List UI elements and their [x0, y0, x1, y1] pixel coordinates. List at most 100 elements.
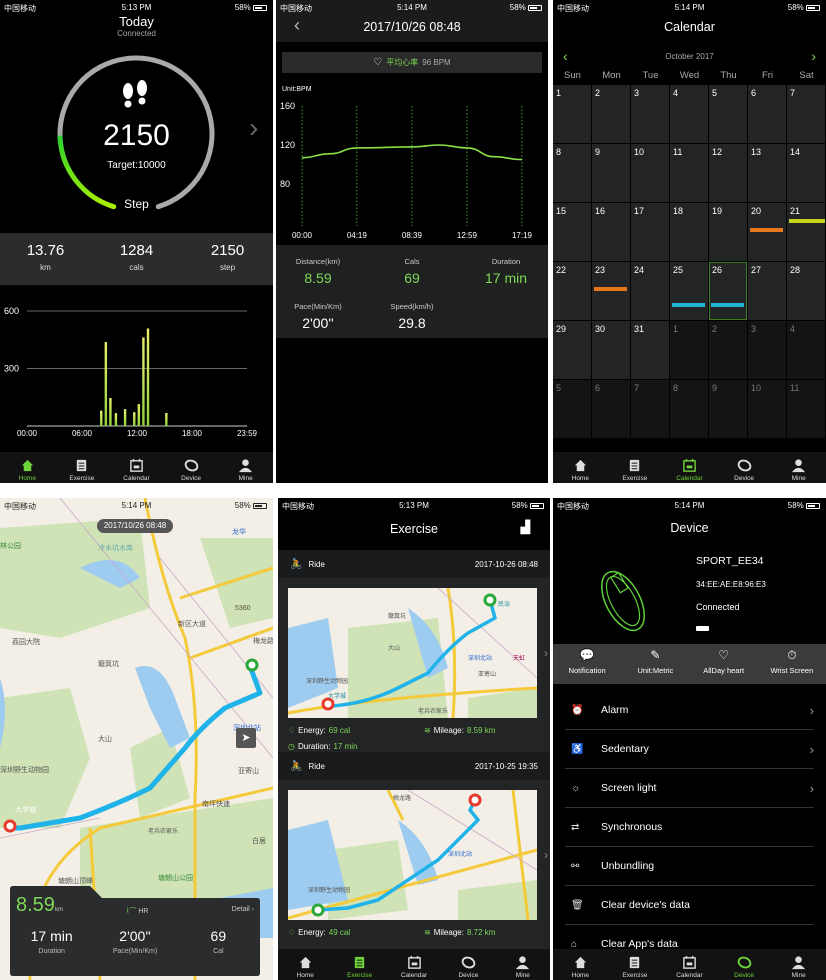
- chevron-right-icon[interactable]: ›: [544, 848, 548, 862]
- calendar-day[interactable]: 6: [748, 85, 786, 143]
- calendar-day[interactable]: 7: [787, 85, 825, 143]
- calendar-day[interactable]: 10: [631, 144, 669, 202]
- calendar-day[interactable]: 27: [748, 262, 786, 320]
- calendar-day[interactable]: 2: [592, 85, 630, 143]
- tab-mine[interactable]: Mine: [771, 949, 826, 980]
- route-summary-card: 8.59km ⌇⌒ HR Detail › 17 min Duration 2'00…: [10, 886, 260, 976]
- calendar-day[interactable]: 5: [709, 85, 747, 143]
- next-month-button[interactable]: ›: [811, 48, 816, 64]
- menu-synchronous[interactable]: ⇄ Synchronous: [565, 808, 814, 847]
- calendar-day[interactable]: 24: [631, 262, 669, 320]
- tab-exercise[interactable]: Exercise: [608, 949, 663, 980]
- tab-home[interactable]: Home: [553, 949, 608, 980]
- calendar-day[interactable]: 7: [631, 380, 669, 438]
- locate-button[interactable]: ➤: [236, 728, 256, 748]
- calendar-day[interactable]: 22: [553, 262, 591, 320]
- stat-label: Distance(km): [295, 257, 341, 266]
- tab-exercise[interactable]: Exercise: [332, 949, 386, 980]
- tab-mine[interactable]: Mine: [771, 452, 826, 483]
- band-icon: [737, 956, 751, 969]
- calendar-day[interactable]: 18: [670, 203, 708, 261]
- calendar-day[interactable]: 8: [670, 380, 708, 438]
- calendar-day[interactable]: 21: [787, 203, 825, 261]
- calendar-day[interactable]: 11: [670, 144, 708, 202]
- weekday-header: Fri: [761, 70, 774, 81]
- menu-sedentary[interactable]: ♿ Sedentary ›: [565, 730, 814, 769]
- menu-screen-light[interactable]: ☼ Screen light ›: [565, 769, 814, 808]
- calendar-day[interactable]: 16: [592, 203, 630, 261]
- calendar-day[interactable]: 9: [592, 144, 630, 202]
- tab-label: Calendar: [123, 475, 150, 482]
- quick-notification[interactable]: 💬 Notification: [553, 644, 621, 684]
- quick-wrist-screen[interactable]: ⏱ Wrist Screen: [758, 644, 826, 684]
- calendar-day[interactable]: 2: [709, 321, 747, 379]
- calendar-day[interactable]: 6: [592, 380, 630, 438]
- calendar-day[interactable]: 13: [748, 144, 786, 202]
- route-thumbnail-map[interactable]: 簸箕坑大山深圳野生动物园大学城 深圳北站亚寄山 民治天虹老兵农家乐: [288, 588, 537, 718]
- tab-label: Device: [734, 475, 755, 482]
- calendar-day[interactable]: 10: [748, 380, 786, 438]
- clipboard-icon: [77, 459, 87, 472]
- calendar-day[interactable]: 25: [670, 262, 708, 320]
- detail-button[interactable]: Detail ›: [232, 906, 254, 913]
- tab-home[interactable]: Home: [553, 452, 608, 483]
- calendar-day[interactable]: 1: [670, 321, 708, 379]
- exercise-card[interactable]: 🚴 Ride 2017-10-25 19:35 深圳北站 深圳野生动物园 梅龙路 › ♢ Ene…: [278, 752, 550, 952]
- tab-calendar[interactable]: Calendar: [662, 452, 717, 483]
- calendar-day[interactable]: 23: [592, 262, 630, 320]
- stats-chart-icon[interactable]: ▟: [521, 520, 530, 534]
- calendar-day[interactable]: 1: [553, 85, 591, 143]
- calendar-day[interactable]: 9: [709, 380, 747, 438]
- chevron-right-icon[interactable]: ›: [544, 646, 548, 660]
- calendar-day[interactable]: 5: [553, 380, 591, 438]
- calendar-day[interactable]: 3: [631, 85, 669, 143]
- tab-device[interactable]: Device: [717, 949, 772, 980]
- calendar-day[interactable]: 14: [787, 144, 825, 202]
- tab-device[interactable]: Device: [164, 452, 219, 483]
- calendar-day[interactable]: 8: [553, 144, 591, 202]
- calendar-day[interactable]: 19: [709, 203, 747, 261]
- calendar-day[interactable]: 31: [631, 321, 669, 379]
- tab-calendar[interactable]: Calendar: [387, 949, 441, 980]
- calendar-day[interactable]: 4: [670, 85, 708, 143]
- map-label: 深圳野生动物园: [306, 677, 348, 685]
- tab-calendar[interactable]: Calendar: [109, 452, 164, 483]
- menu-alarm[interactable]: ⏰ Alarm ›: [565, 691, 814, 730]
- tab-home[interactable]: Home: [278, 949, 332, 980]
- quick-allday-heart[interactable]: ♡ AllDay heart: [690, 644, 758, 684]
- calendar-day[interactable]: 4: [787, 321, 825, 379]
- tab-exercise[interactable]: Exercise: [608, 452, 663, 483]
- menu-label: Unbundling: [601, 860, 655, 872]
- calendar-day[interactable]: 12: [709, 144, 747, 202]
- menu-unbundling[interactable]: ⚯ Unbundling: [565, 847, 814, 886]
- day-number: 8: [556, 147, 562, 157]
- calendar-day[interactable]: 15: [553, 203, 591, 261]
- tab-device[interactable]: Device: [441, 949, 495, 980]
- quick-unit-metric[interactable]: ✎ Unit:Metric: [621, 644, 689, 684]
- calendar-day[interactable]: 28: [787, 262, 825, 320]
- clipboard-icon: [630, 459, 640, 472]
- day-number: 19: [712, 206, 723, 216]
- calendar-day[interactable]: 29: [553, 321, 591, 379]
- hr-button[interactable]: ⌇⌒ HR: [126, 906, 149, 916]
- menu-label: Synchronous: [601, 821, 663, 833]
- calendar-day[interactable]: 30: [592, 321, 630, 379]
- menu-clear-device-s-data[interactable]: 🗑 Clear device's data: [565, 886, 814, 925]
- calendar-day[interactable]: 26: [709, 262, 747, 320]
- next-chevron-icon[interactable]: ›: [249, 112, 258, 144]
- calendar-day[interactable]: 11: [787, 380, 825, 438]
- tab-exercise[interactable]: Exercise: [55, 452, 110, 483]
- exercise-card[interactable]: 🚴 Ride 2017-10-26 08:48 簸箕坑 大山 深圳野生动物园 大学城 深圳北站…: [278, 550, 550, 751]
- stat-value: 13.76: [26, 242, 65, 259]
- tab-mine[interactable]: Mine: [218, 452, 273, 483]
- route-thumbnail-map[interactable]: 深圳北站深圳野生动物园 梅龙路: [288, 790, 537, 920]
- tab-home[interactable]: Home: [0, 452, 55, 483]
- day-number: 9: [712, 383, 718, 393]
- calendar-day[interactable]: 3: [748, 321, 786, 379]
- tab-mine[interactable]: Mine: [496, 949, 550, 980]
- calendar-day[interactable]: 20: [748, 203, 786, 261]
- tab-calendar[interactable]: Calendar: [662, 949, 717, 980]
- tab-device[interactable]: Device: [717, 452, 772, 483]
- tab-bar: Home Exercise Calendar Device Mine: [553, 949, 826, 980]
- calendar-day[interactable]: 17: [631, 203, 669, 261]
